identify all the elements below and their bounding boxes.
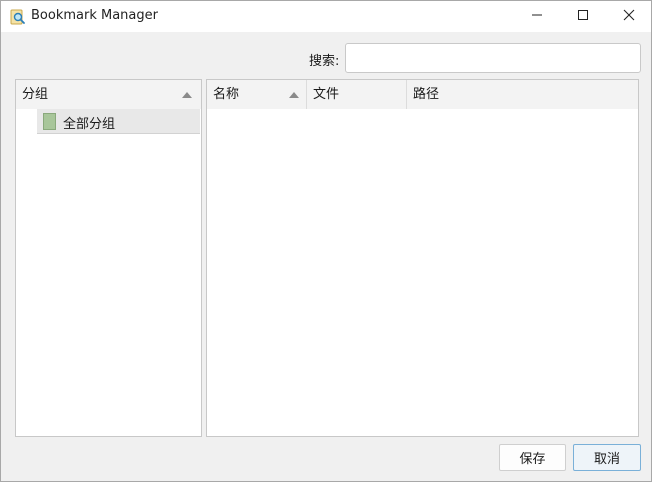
column-header-path[interactable]: 路径 bbox=[407, 80, 638, 109]
folder-icon bbox=[43, 113, 56, 130]
magnifier-icon bbox=[10, 9, 26, 25]
table-header: 名称 文件 路径 bbox=[207, 80, 638, 109]
search-input[interactable] bbox=[345, 43, 641, 73]
search-label: 搜索: bbox=[309, 54, 340, 69]
group-item-all[interactable]: 全部分组 bbox=[37, 109, 200, 134]
column-header-file[interactable]: 文件 bbox=[307, 80, 407, 109]
save-button[interactable]: 保存 bbox=[499, 444, 566, 471]
bookmarks-table: 名称 文件 路径 bbox=[206, 79, 639, 437]
minimize-icon bbox=[531, 9, 543, 25]
close-button[interactable] bbox=[606, 1, 652, 32]
group-item-label: 全部分组 bbox=[63, 117, 116, 132]
column-header-path-label: 路径 bbox=[413, 87, 440, 102]
cancel-button[interactable]: 取消 bbox=[573, 444, 641, 471]
maximize-icon bbox=[577, 9, 589, 25]
bookmark-manager-window: Bookmark Manager 搜索: 分组 全部分组 名称 文件 路径 保存… bbox=[0, 0, 652, 482]
window-title: Bookmark Manager bbox=[31, 8, 158, 23]
column-header-file-label: 文件 bbox=[313, 87, 340, 102]
groups-panel: 分组 全部分组 bbox=[15, 79, 202, 437]
groups-header-label: 分组 bbox=[22, 87, 49, 102]
maximize-button[interactable] bbox=[560, 1, 606, 32]
sort-ascending-icon bbox=[289, 92, 299, 98]
close-icon bbox=[623, 9, 635, 25]
title-bar[interactable]: Bookmark Manager bbox=[1, 1, 651, 32]
groups-header[interactable]: 分组 bbox=[16, 80, 201, 109]
sort-ascending-icon bbox=[182, 92, 192, 98]
table-body[interactable] bbox=[207, 109, 638, 436]
minimize-button[interactable] bbox=[514, 1, 560, 32]
column-header-name-label: 名称 bbox=[213, 87, 240, 102]
